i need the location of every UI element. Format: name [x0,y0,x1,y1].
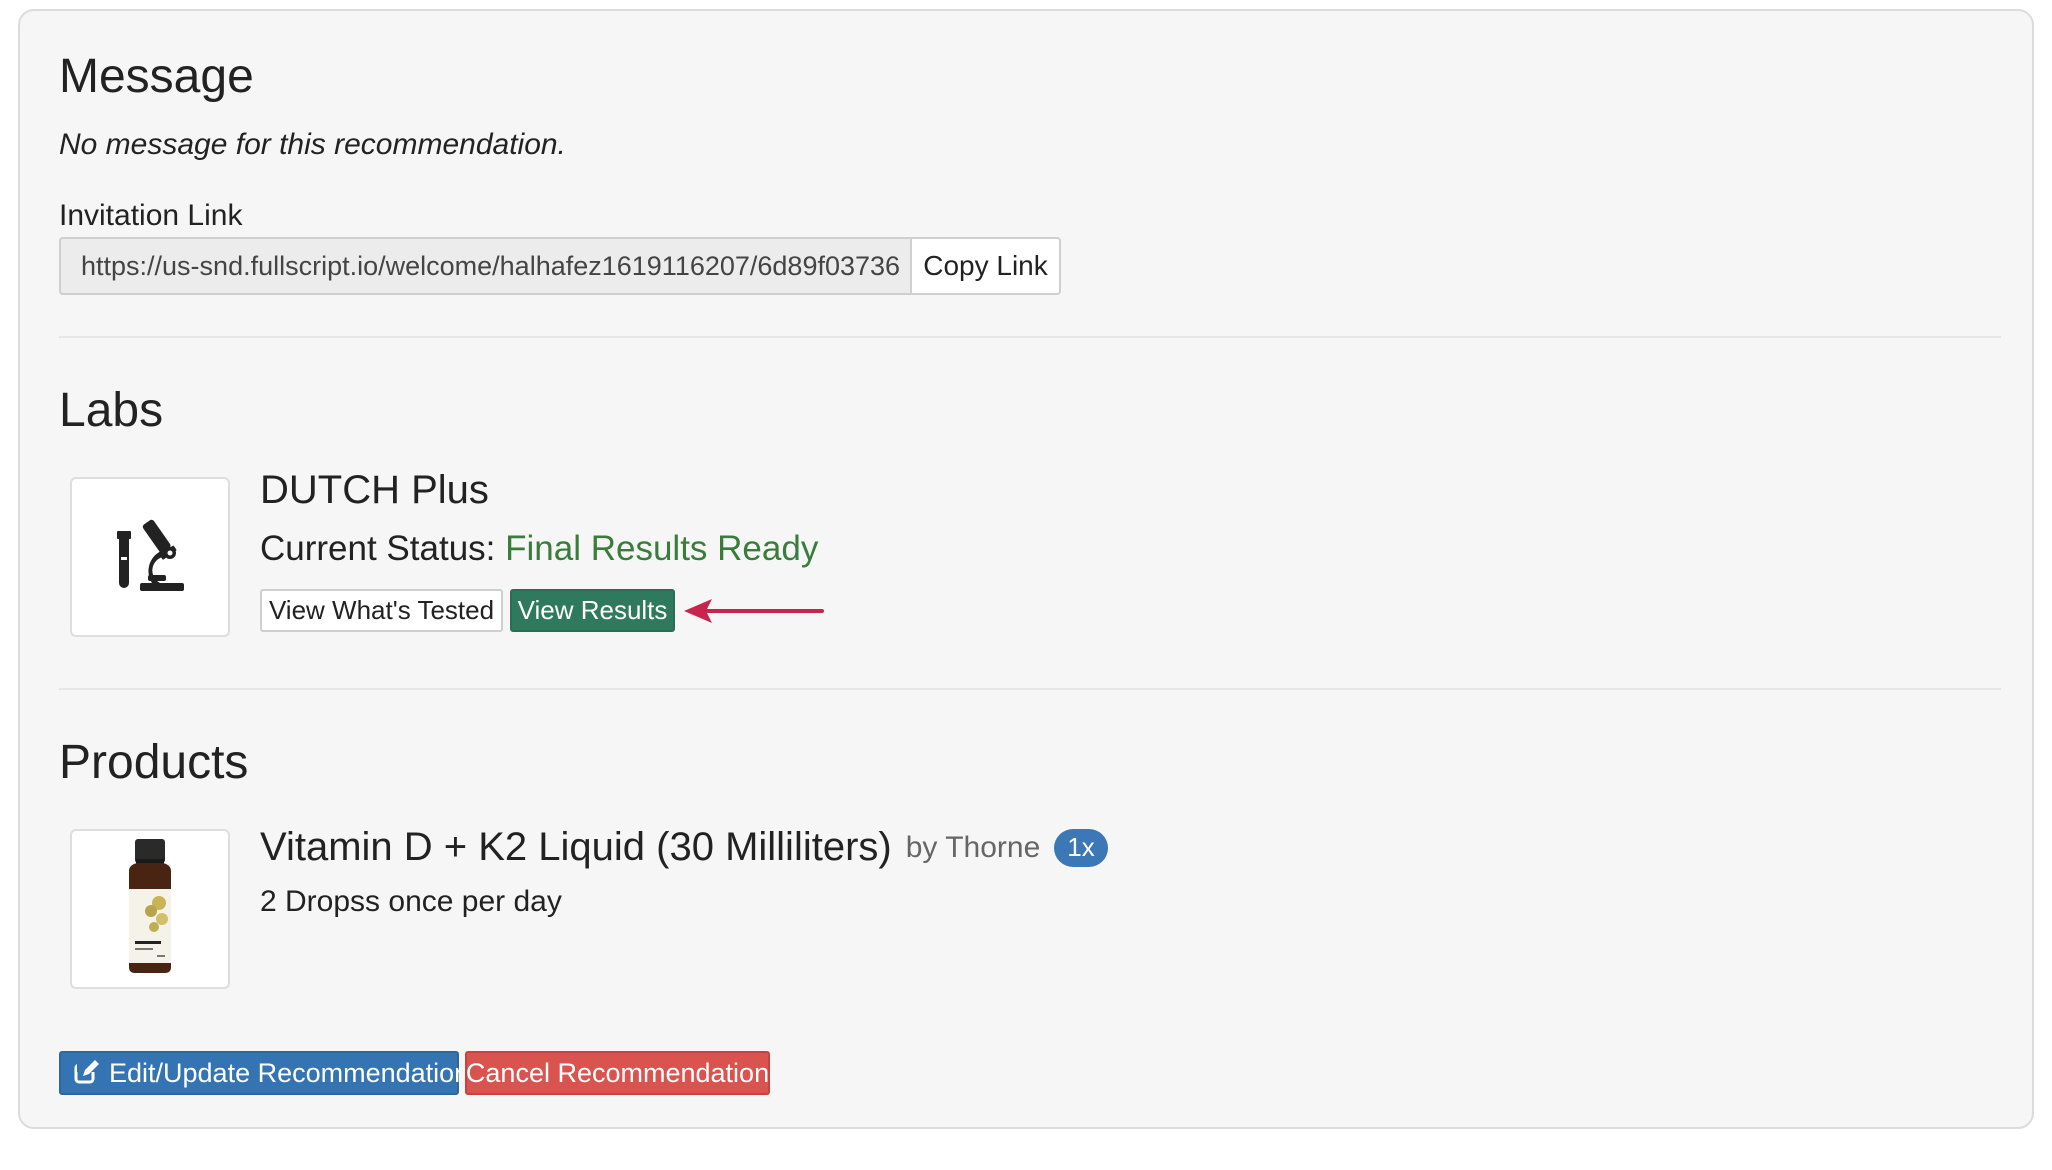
view-whats-tested-button[interactable]: View What's Tested [260,589,503,632]
lab-microscope-icon [114,517,186,598]
invitation-link-group: https://us-snd.fullscript.io/welcome/hal… [59,237,1061,295]
edit-recommendation-label: Edit/Update Recommendation [109,1057,470,1088]
labs-heading: Labs [59,384,164,437]
products-heading: Products [59,736,249,789]
product-name[interactable]: Vitamin D + K2 Liquid (30 Milliliters) [260,825,892,870]
message-body: No message for this recommendation. [59,128,566,161]
lab-name: DUTCH Plus [260,468,489,512]
lab-status: Current Status: Final Results Ready [260,529,818,569]
lab-status-label: Current Status: [260,529,496,568]
recommendation-panel: Message No message for this recommendati… [18,9,2034,1129]
view-results-button[interactable]: View Results [510,589,675,632]
pointer-arrow-icon [684,596,824,631]
lab-status-value: Final Results Ready [505,529,819,568]
quantity-badge: 1x [1054,828,1108,867]
section-divider [59,688,2001,690]
product-brand: by Thorne [905,830,1041,864]
invitation-link-field[interactable]: https://us-snd.fullscript.io/welcome/hal… [59,237,910,295]
section-divider [59,336,2001,338]
edit-icon [73,1060,99,1086]
product-thumbnail [70,829,230,989]
thorne-bottle-image [115,837,185,982]
copy-link-button[interactable]: Copy Link [910,237,1061,295]
cancel-recommendation-button[interactable]: Cancel Recommendation [465,1051,770,1095]
lab-thumbnail [70,477,230,637]
invitation-link-label: Invitation Link [59,199,243,232]
product-title-row: Vitamin D + K2 Liquid (30 Milliliters) b… [260,825,1108,870]
product-dosage: 2 Dropss once per day [260,885,562,918]
message-heading: Message [59,50,254,103]
edit-recommendation-button[interactable]: Edit/Update Recommendation [59,1051,469,1095]
